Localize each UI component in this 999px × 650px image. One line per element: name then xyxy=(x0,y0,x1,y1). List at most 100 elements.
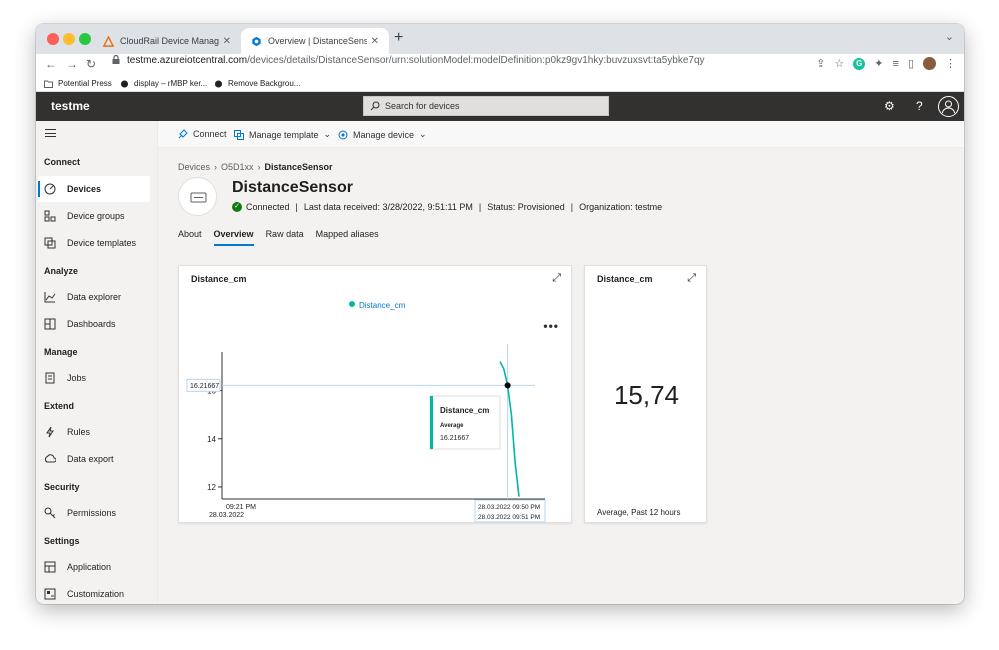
device-status-line: ✓ Connected | Last data received: 3/28/2… xyxy=(232,202,662,212)
address-bar: ← → ↻ testme.azureiotcentral.com/devices… xyxy=(36,54,964,76)
extensions-puzzle-icon[interactable]: ✦ xyxy=(874,57,883,70)
page-title: DistanceSensor xyxy=(232,179,353,196)
bookmarks-bar: Potential Press display – rMBP ker... Re… xyxy=(36,76,964,92)
hamburger-menu-icon[interactable] xyxy=(45,129,56,137)
kpi-value: 15,74 xyxy=(613,380,680,410)
account-avatar[interactable] xyxy=(938,96,959,117)
x-tick-start-time: 09:21 PM xyxy=(226,504,256,511)
close-tab-icon[interactable]: ✕ xyxy=(371,36,379,47)
expand-icon[interactable]: ⤢ xyxy=(687,272,696,285)
sidebar-item-label: Data explorer xyxy=(67,292,122,302)
sidebar-section-analyze: Analyze xyxy=(44,266,79,276)
manage-device-label: Manage device xyxy=(353,129,415,140)
browser-tab-bar: CloudRail Device Management ✕ Overview |… xyxy=(36,24,964,54)
manage-template-button[interactable]: Manage template ⌄ xyxy=(234,129,331,140)
chevron-down-icon: ⌄ xyxy=(419,129,427,139)
line-chart[interactable]: Distance_cm 121416 16.21667 Distance_cm … xyxy=(179,266,573,524)
tab-overview[interactable]: Overview xyxy=(213,229,254,246)
bookmark-star-icon[interactable]: ☆ xyxy=(834,57,844,70)
sidebar-item-application[interactable]: Application xyxy=(38,554,150,580)
sidebar-item-devices[interactable]: Devices xyxy=(38,176,150,202)
search-icon xyxy=(370,101,380,111)
browser-tab-cloudrail[interactable]: CloudRail Device Management ✕ xyxy=(93,28,241,54)
devices-icon xyxy=(44,183,56,195)
tab-search-chevron-icon[interactable]: ⌄ xyxy=(945,30,954,43)
legend-swatch xyxy=(349,301,355,307)
application-icon xyxy=(44,561,56,573)
chevron-down-icon: ⌄ xyxy=(323,129,332,139)
sidebar-section-settings: Settings xyxy=(44,536,80,546)
side-panel-icon[interactable]: ▯ xyxy=(908,57,914,70)
back-arrow-icon[interactable]: ← xyxy=(45,57,57,71)
provisioning-status: Status: Provisioned xyxy=(487,202,565,212)
page-tabs: About Overview Raw data Mapped aliases xyxy=(178,229,391,246)
tab-about[interactable]: About xyxy=(178,229,202,246)
new-tab-button[interactable]: + xyxy=(394,29,403,47)
maximize-window-button[interactable] xyxy=(79,33,91,45)
data-explorer-icon xyxy=(44,292,56,303)
sidebar-item-data-explorer[interactable]: Data explorer xyxy=(38,284,150,310)
close-window-button[interactable] xyxy=(47,33,59,45)
device-gear-icon xyxy=(338,130,348,139)
forward-arrow-icon[interactable]: → xyxy=(66,57,78,71)
sidebar-item-jobs[interactable]: Jobs xyxy=(38,365,150,391)
bookmark-item[interactable]: Remove Backgrou... xyxy=(214,79,300,88)
bookmark-label: display – rMBP ker... xyxy=(134,79,208,88)
minimize-window-button[interactable] xyxy=(63,33,75,45)
hover-point xyxy=(504,382,511,389)
person-icon xyxy=(942,100,955,114)
iot-central-favicon-icon xyxy=(252,36,261,46)
tab-mapped-aliases[interactable]: Mapped aliases xyxy=(316,229,379,246)
sidebar-section-manage: Manage xyxy=(44,347,78,357)
device-avatar xyxy=(178,177,217,216)
help-icon[interactable]: ? xyxy=(916,99,923,113)
reload-icon[interactable]: ↻ xyxy=(86,57,96,71)
tab-raw-data[interactable]: Raw data xyxy=(266,229,304,246)
share-icon[interactable]: ⇪ xyxy=(816,57,825,70)
template-icon xyxy=(234,129,244,140)
sidebar-item-data-export[interactable]: Data export xyxy=(38,446,150,472)
bookmark-item[interactable]: display – rMBP ker... xyxy=(120,79,207,88)
crosshair-value-label: 16.21667 xyxy=(186,378,221,392)
profile-avatar[interactable] xyxy=(923,57,936,70)
tooltip-color-bar xyxy=(430,396,433,449)
breadcrumb-group[interactable]: O5D1xx xyxy=(221,162,254,172)
jobs-icon xyxy=(45,372,55,384)
customization-icon xyxy=(44,588,56,600)
sidebar-item-customization[interactable]: Customization xyxy=(38,581,150,604)
data-export-icon xyxy=(44,454,56,463)
sidebar-item-rules[interactable]: Rules xyxy=(38,419,150,445)
breadcrumb-devices[interactable]: Devices xyxy=(178,162,210,172)
sidebar-item-label: Data export xyxy=(67,454,114,464)
manage-device-button[interactable]: Manage device ⌄ xyxy=(338,129,427,140)
tooltip-title: Distance_cm xyxy=(440,406,489,415)
browser-menu-icon[interactable]: ⋮ xyxy=(945,57,956,70)
reading-list-icon[interactable]: ≡ xyxy=(893,58,899,70)
bookmark-item[interactable]: Potential Press xyxy=(44,79,112,88)
url-host: testme.azureiotcentral.com xyxy=(127,55,248,66)
sidebar-item-device-groups[interactable]: Device groups xyxy=(38,203,150,229)
sidebar-item-permissions[interactable]: Permissions xyxy=(38,500,150,526)
manage-template-label: Manage template xyxy=(249,129,319,140)
line-chart-tile: Distance_cm ⤢ ••• Distance_cm 121416 16.… xyxy=(178,265,572,523)
sidebar-item-device-templates[interactable]: Device templates xyxy=(38,230,150,256)
folder-icon xyxy=(44,80,53,88)
x-range-start: 28.03.2022 09:50 PM xyxy=(478,504,540,511)
close-tab-icon[interactable]: ✕ xyxy=(223,36,231,47)
url-field[interactable]: testme.azureiotcentral.com/devices/detai… xyxy=(112,55,705,66)
settings-gear-icon[interactable]: ⚙ xyxy=(884,99,895,113)
connect-button[interactable]: Connect xyxy=(178,129,227,139)
kpi-footer: Average, Past 12 hours xyxy=(597,508,681,517)
browser-tab-overview[interactable]: Overview | DistanceSensor, te ✕ xyxy=(241,28,389,54)
app-name[interactable]: testme xyxy=(51,99,90,113)
search-input[interactable]: Search for devices xyxy=(363,96,609,116)
sidebar-section-connect: Connect xyxy=(44,157,80,167)
dashboards-icon xyxy=(44,318,56,330)
y-tick-label: 14 xyxy=(207,435,216,444)
breadcrumb: Devices › O5D1xx › DistanceSensor xyxy=(178,162,333,172)
status-separator: | xyxy=(295,202,298,212)
breadcrumb-current: DistanceSensor xyxy=(264,162,333,172)
grammarly-extension-icon[interactable]: G xyxy=(853,57,866,70)
sidebar-item-dashboards[interactable]: Dashboards xyxy=(38,311,150,337)
sidebar-item-label: Device templates xyxy=(67,238,137,248)
